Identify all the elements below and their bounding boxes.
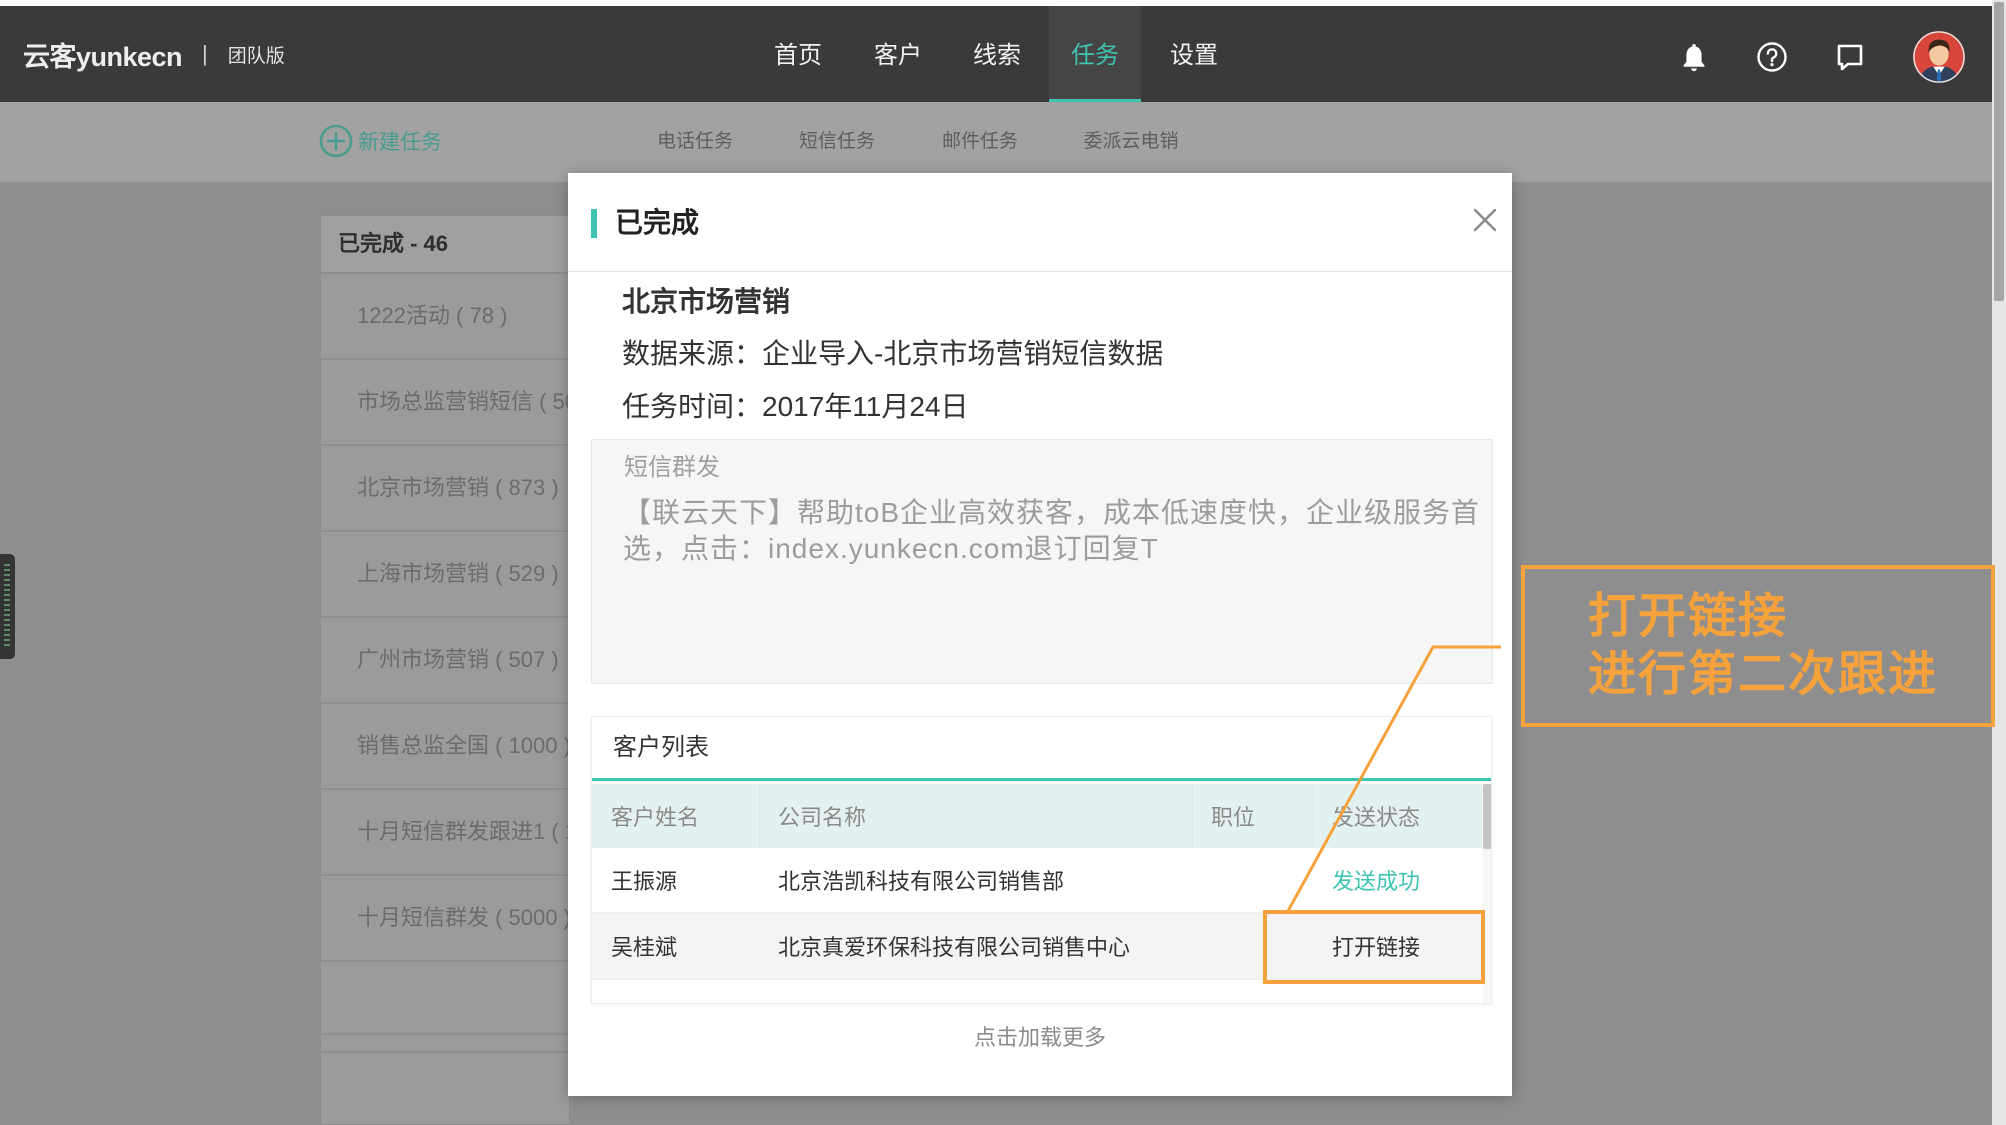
column-header-status: 发送状态 [1332,805,1421,830]
column-header-name: 客户姓名 [592,784,760,848]
avatar[interactable] [1913,31,1965,83]
task-name: 北京市场营销 [622,286,791,317]
task-detail-modal: 已完成 北京市场营销 数据来源：企业导入-北京市场营销短信数据 任务时间：201… [568,173,1512,1096]
customer-list-title: 客户列表 [613,734,709,761]
tab-phone-tasks[interactable]: 电话任务 [620,126,770,158]
tab-delegate-cloud-calls[interactable]: 委派云电销 [1056,126,1206,158]
data-source: 数据来源：企业导入-北京市场营销短信数据 [622,338,1164,369]
task-list-item[interactable]: 十月短信群发 ( 5000 ) [321,876,569,962]
help-icon[interactable] [1756,41,1788,73]
tab-email-tasks[interactable]: 邮件任务 [905,126,1055,158]
table-scrollbar-thumb[interactable] [1483,784,1491,849]
task-list-item[interactable]: 市场总监营销短信 ( 50 [321,360,569,446]
table-row[interactable]: 吴桂斌 北京真爱环保科技有限公司销售中心 打开链接 [592,913,1482,980]
customer-name: 王振源 [611,869,678,894]
column-header-company: 公司名称 [760,784,1193,848]
title-accent-bar [591,209,597,238]
task-subnav: 新建任务 电话任务 短信任务 邮件任务 委派云电销 [0,102,2006,182]
new-task-button[interactable]: 新建任务 [319,123,442,159]
task-list-item[interactable]: 北京市场营销 ( 873 ) [321,446,569,532]
task-list-header: 已完成 - 46 [321,216,569,274]
customer-position [1193,913,1314,979]
edition-label: 团队版 [227,45,285,67]
side-drawer-handle[interactable] [0,554,15,659]
load-more-link[interactable]: 点击加载更多 [568,1020,1512,1056]
logo-divider: | [202,41,208,66]
page-scrollbar-thumb[interactable] [1994,2,2004,301]
bell-icon[interactable] [1681,42,1707,73]
task-list-item[interactable]: 广州市场营销 ( 507 ) [321,618,569,704]
logo[interactable]: 云客yunkecn | 团队版 [23,6,285,102]
callout-text-line: 打开链接 [1588,590,1789,643]
plus-circle-icon [319,124,353,158]
customer-table: 客户姓名 公司名称 职位 发送状态 王振源 北京浩凯科技有限公司销售部 发送成功… [592,784,1482,1003]
task-list-footer [321,1051,569,1091]
nav-item-home[interactable]: 首页 [752,6,844,102]
table-row[interactable]: 王振源 北京浩凯科技有限公司销售部 发送成功 [592,848,1482,913]
customer-position [1193,848,1314,912]
nav-item-leads[interactable]: 线索 [951,6,1043,102]
message-icon[interactable] [1836,43,1864,73]
nav-item-customers[interactable]: 客户 [852,6,944,102]
table-header-row: 客户姓名 公司名称 职位 发送状态 [592,784,1482,848]
customer-name: 吴桂斌 [611,935,678,960]
task-time: 任务时间：2017年11月24日 [622,391,969,422]
sms-message: 【联云天下】帮助toB企业高效获客，成本低速度快，企业级服务首选，点击：inde… [623,497,1481,564]
task-list-spacer [321,962,569,1035]
modal-title: 已完成 [615,207,700,238]
top-nav-bar: 云客yunkecn | 团队版 首页 客户 线索 任务 设置 [0,6,2006,102]
nav-item-settings[interactable]: 设置 [1148,6,1240,102]
customer-company: 北京浩凯科技有限公司销售部 [778,869,1065,894]
customer-company: 北京真爱环保科技有限公司销售中心 [778,935,1131,960]
modal-divider [568,271,1512,272]
customer-list-card: 客户列表 客户姓名 公司名称 职位 发送状态 王振源 北京浩凯科技有限公司销售部… [591,716,1492,1004]
tab-sms-tasks[interactable]: 短信任务 [762,126,912,158]
customer-list-underline [592,778,1491,781]
close-icon[interactable] [1473,208,1497,232]
task-list-panel: 已完成 - 46 1222活动 ( 78 ) 市场总监营销短信 ( 50 北京市… [320,215,570,1125]
grip-icon [4,564,10,649]
sms-content-box: 短信群发 【联云天下】帮助toB企业高效获客，成本低速度快，企业级服务首选，点击… [591,439,1493,684]
callout-text-line: 进行第二次跟进 [1588,648,1939,701]
sms-label: 短信群发 [624,454,720,481]
column-header-position: 职位 [1193,784,1314,848]
nav-item-tasks[interactable]: 任务 [1049,6,1141,102]
new-task-label: 新建任务 [358,131,442,154]
task-list-item[interactable]: 上海市场营销 ( 529 ) [321,532,569,618]
task-list-item[interactable]: 十月短信群发跟进1 ( 1 [321,790,569,876]
table-row-clipped [592,980,1482,1003]
logo-text: 云客yunkecn [23,41,183,72]
task-list-item[interactable]: 1222活动 ( 78 ) [321,274,569,360]
send-status: 打开链接 [1332,935,1421,960]
send-status: 发送成功 [1332,869,1421,894]
task-list-item[interactable]: 销售总监全国 ( 1000 ) [321,704,569,790]
